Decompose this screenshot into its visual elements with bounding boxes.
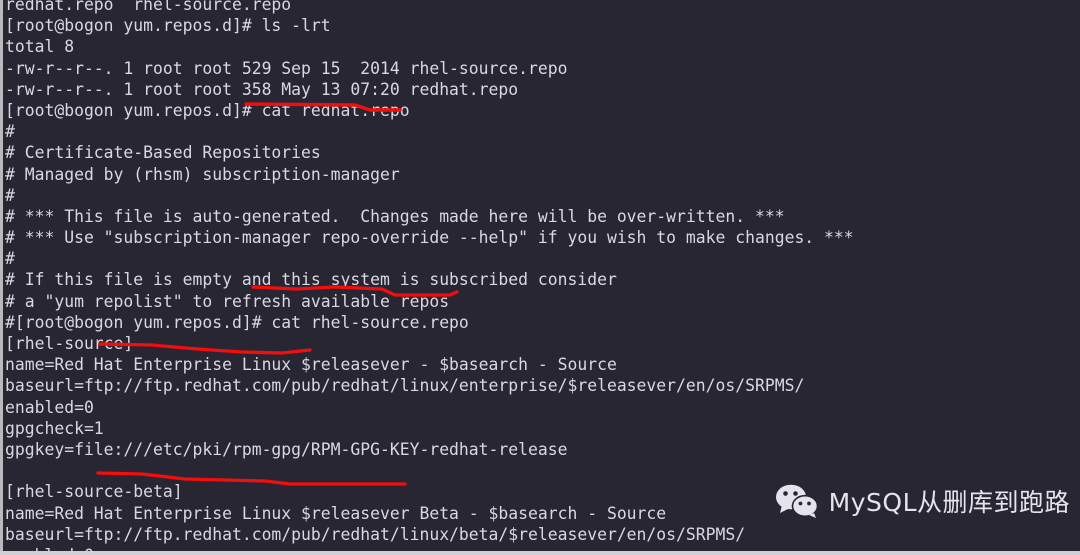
terminal-line: -rw-r--r--. 1 root root 358 May 13 07:20…: [5, 79, 519, 99]
terminal-line: # Managed by (rhsm) subscription-manager: [5, 164, 400, 184]
terminal-line: #: [5, 122, 15, 142]
terminal-line: # a "yum repolist" to refresh available …: [5, 291, 450, 311]
terminal-line: # Certificate-Based Repositories: [5, 143, 321, 163]
terminal-line: -rw-r--r--. 1 root root 529 Sep 15 2014 …: [5, 58, 568, 78]
terminal-line: # *** Use "subscription-manager repo-ove…: [5, 228, 854, 248]
terminal-line: [root@bogon yum.repos.d]# ls -lrt: [5, 16, 331, 36]
terminal-line: gpgkey=file:///etc/pki/rpm-gpg/RPM-GPG-K…: [5, 439, 568, 459]
watermark: MySQL从删库到跑路: [774, 483, 1070, 519]
terminal-line: baseurl=ftp://ftp.redhat.com/pub/redhat/…: [5, 524, 746, 544]
watermark-text: MySQL从删库到跑路: [828, 488, 1070, 517]
terminal-line: baseurl=ftp://ftp.redhat.com/pub/redhat/…: [5, 376, 805, 396]
terminal-line: [rhel-source]: [5, 334, 134, 353]
terminal-output[interactable]: redhat.repo rhel-source.repo [root@bogon…: [5, 0, 1080, 555]
terminal-screenshot: redhat.repo rhel-source.repo [root@bogon…: [0, 0, 1080, 555]
wechat-icon: [774, 484, 820, 518]
terminal-line: total 8: [5, 37, 75, 57]
terminal-line: [root@bogon yum.repos.d]# cat redhat.rep…: [5, 100, 410, 120]
terminal-line: enabled=0: [5, 397, 94, 417]
terminal-line: #: [5, 249, 15, 269]
terminal-line: gpgcheck=1: [5, 418, 104, 438]
terminal-line: # *** This file is auto-generated. Chang…: [5, 206, 785, 226]
terminal-line: redhat.repo rhel-source.repo: [5, 0, 292, 14]
terminal-line: name=Red Hat Enterprise Linux $releaseve…: [5, 355, 617, 375]
window-bottom-border: [0, 551, 1080, 555]
terminal-line: #: [5, 185, 15, 205]
terminal-line: # If this file is empty and this system …: [5, 270, 617, 290]
window-left-border: [0, 0, 3, 555]
terminal-line: #[root@bogon yum.repos.d]# cat rhel-sour…: [5, 312, 469, 332]
